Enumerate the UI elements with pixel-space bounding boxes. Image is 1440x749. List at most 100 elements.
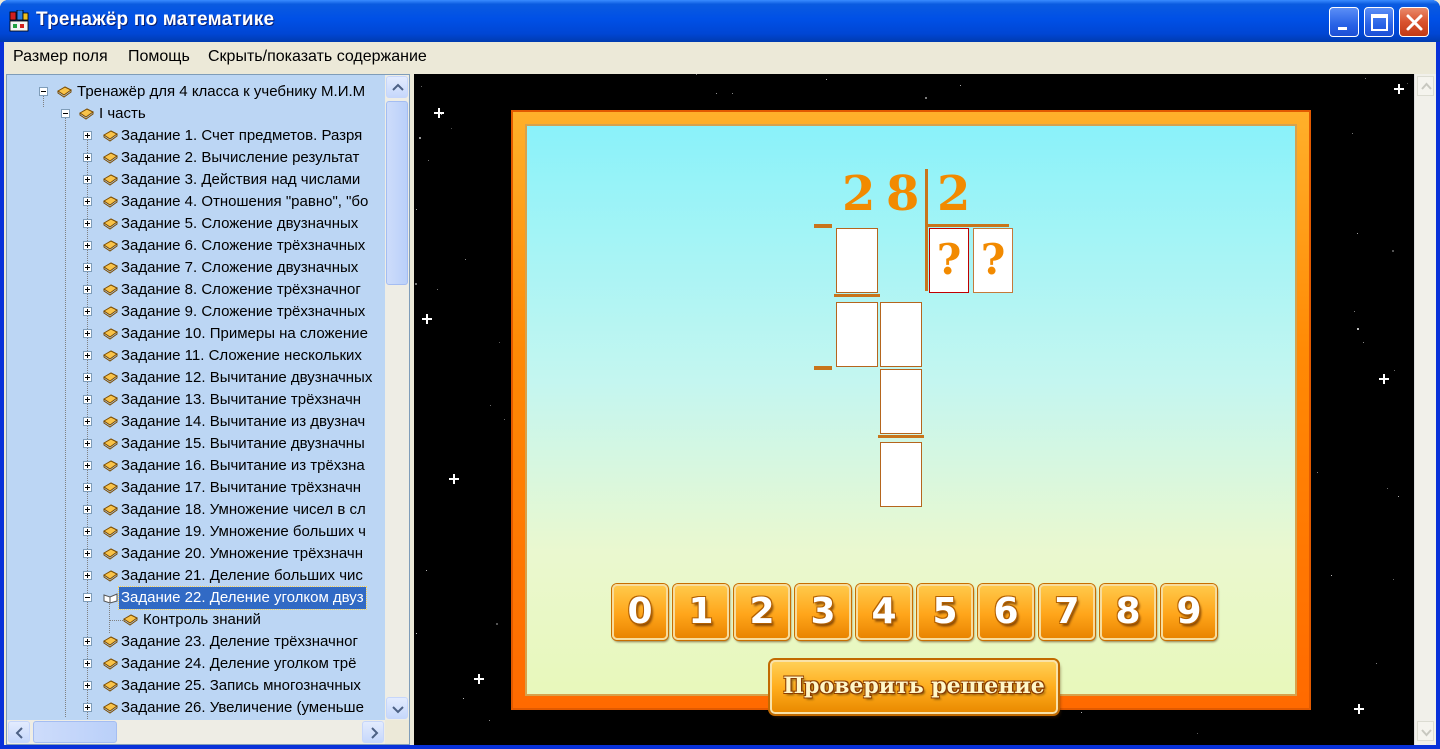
tree-task-item[interactable]: Задание 11. Сложение нескольких: [7, 345, 385, 367]
h-scroll-thumb[interactable]: [33, 721, 117, 743]
tree-task-item[interactable]: Задание 8. Сложение трёхзначног: [7, 279, 385, 301]
expander-icon[interactable]: [83, 153, 92, 162]
tree-task-item[interactable]: Задание 1. Счет предметов. Разря: [7, 125, 385, 147]
expander-icon[interactable]: [83, 527, 92, 536]
expander-icon[interactable]: [83, 483, 92, 492]
tree-task-item[interactable]: Задание 6. Сложение трёхзначных: [7, 235, 385, 257]
expander-icon[interactable]: [83, 659, 92, 668]
tree-view[interactable]: Тренажёр для 4 класса к учебнику М.И.М I…: [7, 75, 385, 720]
menu-field-size[interactable]: Размер поля: [13, 48, 108, 66]
digit-key-5[interactable]: 5: [917, 584, 973, 640]
expander-icon[interactable]: [61, 109, 70, 118]
quotient-cell-1[interactable]: ?: [929, 228, 969, 293]
tree-task-item[interactable]: Задание 7. Сложение двузначных: [7, 257, 385, 279]
scroll-left-button[interactable]: [8, 721, 30, 743]
digit-key-9[interactable]: 9: [1161, 584, 1217, 640]
digit-key-1[interactable]: 1: [673, 584, 729, 640]
check-solution-button[interactable]: Проверить решение: [770, 660, 1058, 714]
tree-task-item[interactable]: Задание 12. Вычитание двузначных: [7, 367, 385, 389]
book-icon: [103, 196, 118, 208]
tree-task-item[interactable]: Задание 21. Деление больших чис: [7, 565, 385, 587]
tree-task-item[interactable]: Задание 26. Увеличение (уменьше: [7, 697, 385, 719]
scroll-right-button[interactable]: [362, 721, 384, 743]
menu-toggle-contents[interactable]: Скрыть/показать содержание: [208, 48, 427, 66]
tree-task-item[interactable]: Задание 14. Вычитание из двузнач: [7, 411, 385, 433]
expander-icon[interactable]: [83, 219, 92, 228]
tree-task-item[interactable]: Задание 22. Деление уголком двуз: [7, 586, 385, 610]
tree-task-item[interactable]: Задание 16. Вычитание из трёхзна: [7, 455, 385, 477]
tree-task-item[interactable]: Задание 18. Умножение чисел в сл: [7, 499, 385, 521]
contents-tree[interactable]: Тренажёр для 4 класса к учебнику М.И.М I…: [6, 74, 410, 745]
expander-icon[interactable]: [39, 87, 48, 96]
tree-task-item[interactable]: Задание 19. Умножение больших ч: [7, 521, 385, 543]
scroll-down-button[interactable]: [386, 697, 408, 719]
expander-icon[interactable]: [83, 571, 92, 580]
chevron-up-icon: [392, 83, 404, 91]
tree-task-item[interactable]: Задание 20. Умножение трёхзначн: [7, 543, 385, 565]
expander-icon[interactable]: [83, 637, 92, 646]
tree-task-item[interactable]: Задание 10. Примеры на сложение: [7, 323, 385, 345]
tree-task-item[interactable]: Задание 24. Деление уголком трё: [7, 653, 385, 675]
digit-key-4[interactable]: 4: [856, 584, 912, 640]
main-vertical-scrollbar[interactable]: [1414, 74, 1436, 745]
close-button[interactable]: [1399, 7, 1429, 37]
expander-icon[interactable]: [83, 351, 92, 360]
tree-task-item[interactable]: Задание 3. Действия над числами: [7, 169, 385, 191]
expander-icon[interactable]: [83, 593, 92, 602]
tree-task-item[interactable]: Задание 17. Вычитание трёхзначн: [7, 477, 385, 499]
digit-key-7[interactable]: 7: [1039, 584, 1095, 640]
remainder-cell-2[interactable]: [880, 302, 922, 367]
expander-icon[interactable]: [83, 263, 92, 272]
tree-task-item[interactable]: Задание 23. Деление трёхзначног: [7, 631, 385, 653]
digit-key-0[interactable]: 0: [612, 584, 668, 640]
expander-icon[interactable]: [83, 175, 92, 184]
sparkle-star: [449, 474, 459, 484]
expander-icon[interactable]: [83, 329, 92, 338]
expander-icon[interactable]: [83, 505, 92, 514]
digit-key-3[interactable]: 3: [795, 584, 851, 640]
expander-icon[interactable]: [83, 395, 92, 404]
quotient-cell-2[interactable]: ?: [973, 228, 1013, 293]
tree-horizontal-scrollbar[interactable]: [7, 720, 385, 744]
expander-icon[interactable]: [83, 549, 92, 558]
expander-icon[interactable]: [83, 703, 92, 712]
tree-task-item[interactable]: Задание 9. Сложение трёхзначных: [7, 301, 385, 323]
expander-icon[interactable]: [83, 197, 92, 206]
tree-vertical-scrollbar[interactable]: [385, 75, 409, 720]
subtrahend-cell-1[interactable]: [836, 228, 878, 293]
maximize-button[interactable]: [1364, 7, 1394, 37]
final-remainder-cell[interactable]: [880, 442, 922, 507]
expander-icon[interactable]: [83, 439, 92, 448]
minimize-button[interactable]: [1329, 7, 1359, 37]
expander-icon[interactable]: [83, 285, 92, 294]
expander-icon[interactable]: [83, 417, 92, 426]
scroll-thumb[interactable]: [386, 101, 408, 285]
menu-help[interactable]: Помощь: [128, 48, 190, 66]
subtrahend-cell-2[interactable]: [880, 369, 922, 434]
scroll-up-button[interactable]: [1417, 76, 1434, 96]
expander-icon[interactable]: [83, 681, 92, 690]
digit-key-8[interactable]: 8: [1100, 584, 1156, 640]
digit-key-2[interactable]: 2: [734, 584, 790, 640]
tree-task-item[interactable]: Задание 15. Вычитание двузначны: [7, 433, 385, 455]
title-bar[interactable]: Тренажёр по математике: [0, 0, 1440, 42]
tree-subitem[interactable]: Контроль знаний: [7, 609, 385, 631]
tree-task-item[interactable]: Задание 4. Отношения "равно", "бо: [7, 191, 385, 213]
scroll-down-button[interactable]: [1417, 721, 1434, 741]
star: [1352, 133, 1353, 134]
expander-icon[interactable]: [83, 241, 92, 250]
expander-icon[interactable]: [83, 461, 92, 470]
tree-task-item[interactable]: Задание 25. Запись многозначных: [7, 675, 385, 697]
scroll-up-button[interactable]: [386, 76, 408, 98]
tree-part[interactable]: I часть: [7, 103, 385, 125]
star: [1387, 488, 1388, 489]
expander-icon[interactable]: [83, 373, 92, 382]
tree-root[interactable]: Тренажёр для 4 класса к учебнику М.И.М: [7, 81, 385, 103]
digit-key-6[interactable]: 6: [978, 584, 1034, 640]
tree-task-item[interactable]: Задание 5. Сложение двузначных: [7, 213, 385, 235]
remainder-cell-1[interactable]: [836, 302, 878, 367]
expander-icon[interactable]: [83, 307, 92, 316]
tree-task-item[interactable]: Задание 2. Вычисление результат: [7, 147, 385, 169]
tree-task-item[interactable]: Задание 13. Вычитание трёхзначн: [7, 389, 385, 411]
expander-icon[interactable]: [83, 131, 92, 140]
